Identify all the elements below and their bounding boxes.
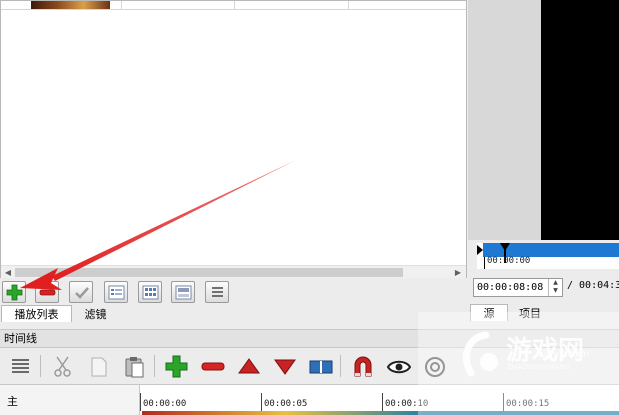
plus-icon bbox=[6, 284, 23, 301]
scrub-drag-button[interactable] bbox=[386, 354, 412, 380]
icons-view-icon bbox=[175, 285, 192, 300]
in-point-marker bbox=[477, 245, 483, 255]
watermark-brand: 游戏网 bbox=[506, 336, 585, 366]
preview-background bbox=[468, 0, 541, 240]
timeline-menu-button[interactable] bbox=[8, 354, 34, 380]
toolbar-divider bbox=[154, 355, 155, 377]
menu-icon bbox=[12, 359, 29, 373]
ruler-label: 00:00:00 bbox=[143, 399, 187, 409]
plus-icon bbox=[165, 355, 188, 378]
ripple-delete-button[interactable] bbox=[200, 354, 226, 380]
scrollbar-thumb[interactable] bbox=[15, 268, 403, 277]
duration-label: / 00:04:3 bbox=[567, 280, 619, 291]
triangle-down-icon bbox=[274, 359, 296, 375]
minus-icon bbox=[201, 362, 225, 371]
remove-clip-button[interactable] bbox=[35, 281, 59, 303]
details-view-icon bbox=[108, 285, 125, 300]
overwrite-button[interactable] bbox=[272, 354, 298, 380]
menu-button[interactable] bbox=[205, 281, 229, 303]
toolbar-divider bbox=[340, 355, 341, 377]
horizontal-scrollbar[interactable]: ◀ ▶ bbox=[1, 265, 466, 278]
scrubber-bar[interactable]: 00:00:00 bbox=[477, 243, 619, 269]
scroll-left-icon[interactable]: ◀ bbox=[2, 267, 14, 278]
stepper-up-icon[interactable]: ▲ bbox=[553, 279, 558, 286]
track-header[interactable]: 主 bbox=[0, 385, 140, 415]
add-clip-button[interactable] bbox=[2, 281, 26, 303]
playlist-toolbar bbox=[0, 279, 467, 305]
checkmark-icon bbox=[75, 287, 89, 299]
append-button[interactable] bbox=[164, 354, 190, 380]
icons-view-button[interactable] bbox=[171, 281, 195, 303]
toolbar-divider bbox=[40, 355, 41, 377]
ruler-label: 00:00:05 bbox=[264, 399, 308, 409]
lift-button[interactable] bbox=[236, 354, 262, 380]
minus-icon bbox=[39, 289, 56, 296]
update-button[interactable] bbox=[69, 281, 93, 303]
ruler-tick bbox=[484, 257, 485, 269]
clipboard-icon bbox=[125, 357, 144, 378]
ruler-tick bbox=[382, 393, 383, 411]
magnet-icon bbox=[354, 356, 372, 377]
copy-button[interactable] bbox=[86, 354, 112, 380]
clip-thumbnail bbox=[31, 1, 110, 9]
scroll-right-icon[interactable]: ▶ bbox=[452, 267, 464, 278]
watermark-logo-icon bbox=[463, 331, 498, 377]
scissors-icon bbox=[54, 356, 71, 377]
paste-button[interactable] bbox=[122, 354, 148, 380]
eye-icon bbox=[386, 360, 412, 374]
tab-filters[interactable]: 滤镜 bbox=[73, 305, 118, 322]
column-divider bbox=[234, 1, 235, 10]
column-divider bbox=[121, 1, 122, 10]
split-button[interactable] bbox=[308, 354, 334, 380]
cut-button[interactable] bbox=[50, 354, 76, 380]
triangle-up-icon bbox=[238, 358, 260, 374]
tiles-view-button[interactable] bbox=[138, 281, 162, 303]
split-icon bbox=[309, 360, 333, 374]
timecode-stepper[interactable]: ▲ ▼ bbox=[548, 279, 562, 296]
scrub-time-label: 00:00:00 bbox=[487, 256, 531, 266]
snap-button[interactable] bbox=[350, 354, 376, 380]
ruler-tick bbox=[261, 393, 262, 411]
tab-playlist[interactable]: 播放列表 bbox=[1, 305, 72, 322]
playlist-panel: ◀ ▶ bbox=[0, 0, 467, 278]
tiles-view-icon bbox=[142, 285, 159, 300]
menu-icon bbox=[212, 287, 223, 297]
playlist-row[interactable] bbox=[1, 1, 466, 10]
column-divider bbox=[348, 1, 349, 10]
copy-icon bbox=[91, 357, 107, 377]
ruler-tick bbox=[140, 393, 141, 411]
details-view-button[interactable] bbox=[104, 281, 128, 303]
stepper-down-icon[interactable]: ▼ bbox=[553, 287, 558, 294]
watermark-subtitle: ZHAOYOUXIWANG bbox=[507, 363, 571, 371]
video-preview bbox=[541, 0, 619, 240]
